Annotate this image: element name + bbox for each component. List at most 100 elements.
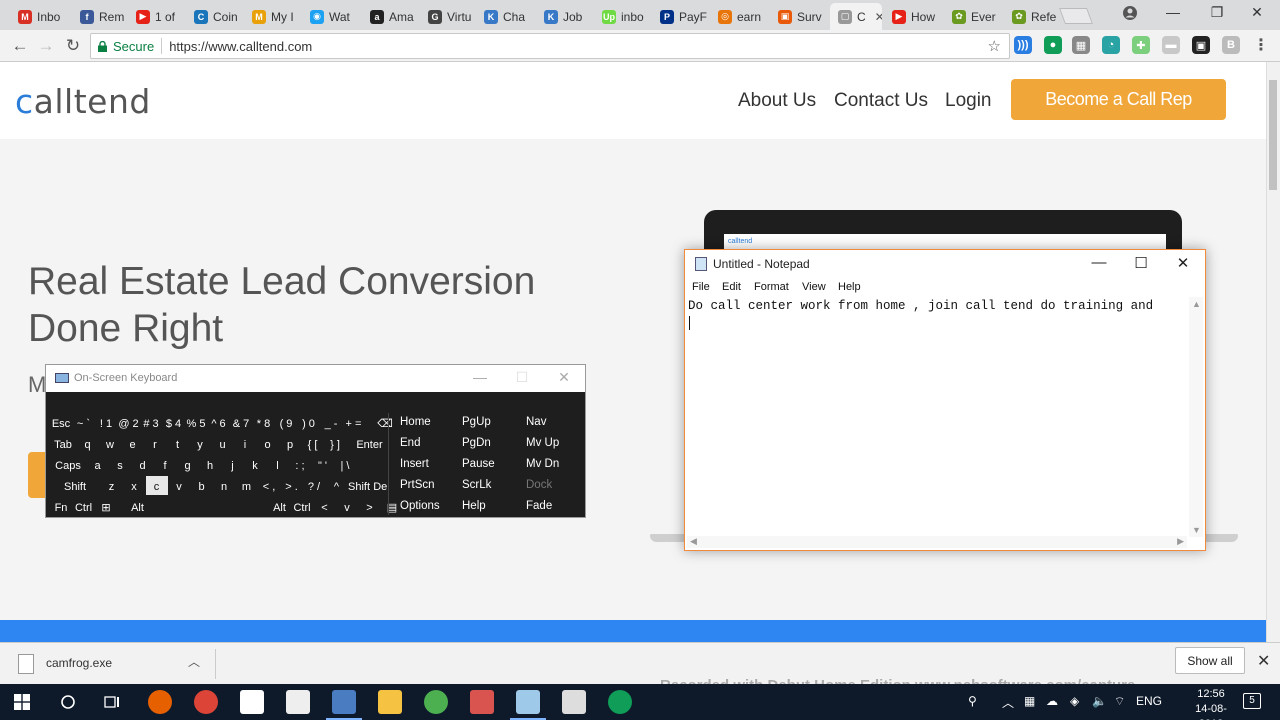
osk-key[interactable]: y	[189, 434, 211, 453]
osk-key[interactable]: Ctrl	[291, 497, 313, 516]
osk-close-button[interactable]: ✕	[544, 369, 584, 386]
browser-tab[interactable]: ▢ C ✕	[830, 3, 882, 30]
browser-tab[interactable]: M My I	[244, 3, 300, 30]
osk-key[interactable]: ^ 6	[208, 413, 230, 432]
browser-tab[interactable]: P PayF	[652, 3, 708, 30]
browser-tab[interactable]: C Coin	[186, 3, 242, 30]
osk-key[interactable]: | \	[334, 455, 356, 474]
osk-key[interactable]: $ 4	[163, 413, 185, 432]
osk-nav-key[interactable]: Fade	[520, 496, 580, 515]
extension-plus-icon[interactable]: ✚	[1132, 36, 1150, 54]
osk-titlebar[interactable]: On-Screen Keyboard — ☐ ✕	[46, 365, 585, 392]
extension-screen-icon[interactable]: ▣	[1192, 36, 1210, 54]
download-filename[interactable]: camfrog.exe	[46, 656, 112, 670]
osk-nav-key[interactable]: Home	[394, 412, 454, 431]
show-all-button[interactable]: Show all	[1175, 647, 1245, 674]
extension-audio-icon[interactable]: )))	[1014, 36, 1032, 54]
osk-key[interactable]: ? /	[303, 476, 325, 495]
osk-key[interactable]: v	[168, 476, 190, 495]
search-icon[interactable]	[60, 694, 76, 710]
window-close-button[interactable]: ✕	[1242, 4, 1272, 21]
extension-puzzle-icon[interactable]: ▦	[1072, 36, 1090, 54]
osk-key[interactable]: Del	[371, 476, 393, 495]
notepad-maximize-button[interactable]: ☐	[1121, 254, 1161, 272]
browser-tab[interactable]: Up inbo	[594, 3, 650, 30]
become-call-rep-button[interactable]: Become a Call Rep	[1011, 79, 1226, 120]
forward-button[interactable]: →	[35, 35, 57, 57]
page-scrollbar-thumb[interactable]	[1269, 80, 1277, 190]
browser-tab[interactable]: G Virtu	[420, 3, 476, 30]
bookmark-star-icon[interactable]: ☆	[988, 37, 1001, 55]
osk-key[interactable]: Enter	[347, 434, 393, 453]
notepad-close-button[interactable]: ✕	[1163, 254, 1203, 272]
reload-button[interactable]: ↻	[62, 35, 84, 57]
osk-key[interactable]: i	[234, 434, 256, 453]
osk-key[interactable]: Caps	[50, 455, 86, 474]
osk-key[interactable]: < ,	[258, 476, 280, 495]
osk-nav-key[interactable]: ScrLk	[456, 475, 516, 494]
osk-key[interactable]: ! 1	[95, 413, 117, 432]
osk-minimize-button[interactable]: —	[460, 369, 500, 385]
taskbar-media-icon[interactable]	[470, 690, 494, 714]
osk-key[interactable]: p	[279, 434, 301, 453]
osk-key[interactable]: & 7	[230, 413, 252, 432]
input-language[interactable]: ENG	[1136, 694, 1162, 708]
osk-key[interactable]: > .	[281, 476, 303, 495]
chevron-up-icon[interactable]: ︿	[188, 653, 200, 670]
notepad-text-area[interactable]: Do call center work from home , join cal…	[688, 298, 1188, 314]
osk-key[interactable]: e	[122, 434, 144, 453]
tray-people-icon[interactable]: ⚲	[968, 694, 977, 708]
taskbar-touch-icon[interactable]	[286, 690, 310, 714]
osk-key[interactable]: Fn	[50, 497, 72, 516]
notepad-minimize-button[interactable]: —	[1079, 254, 1119, 271]
osk-key[interactable]: n	[213, 476, 235, 495]
tray-volume-icon[interactable]: 🔈	[1092, 694, 1107, 708]
osk-key[interactable]: a	[87, 455, 109, 474]
browser-tab[interactable]: ✿ Refe	[1004, 3, 1060, 30]
scroll-right-icon[interactable]: ▶	[1177, 536, 1184, 547]
system-clock[interactable]: 12:56 14-08-2018	[1186, 687, 1236, 720]
browser-tab[interactable]: ▶ 1 of	[128, 3, 184, 30]
osk-nav-key[interactable]: PrtScn	[394, 475, 454, 494]
taskbar-keyboard-icon[interactable]	[326, 690, 362, 720]
browser-tab[interactable]: K Job	[536, 3, 592, 30]
osk-key[interactable]: x	[123, 476, 145, 495]
osk-key[interactable]: l	[267, 455, 289, 474]
osk-key[interactable]: Tab	[50, 434, 76, 453]
osk-nav-key[interactable]: Nav	[520, 412, 580, 431]
site-logo[interactable]: calltend	[15, 82, 151, 121]
osk-key[interactable]: Shift	[348, 476, 370, 495]
osk-key[interactable]: ( 9	[275, 413, 297, 432]
osk-key[interactable]: v	[336, 497, 358, 516]
window-minimize-button[interactable]: —	[1158, 4, 1188, 20]
osk-nav-key[interactable]: Help	[456, 496, 516, 515]
nav-about-us[interactable]: About Us	[738, 90, 816, 112]
osk-key[interactable]: + =	[343, 413, 365, 432]
osk-key[interactable]: { [	[302, 434, 324, 453]
windows-start-icon[interactable]	[14, 694, 30, 710]
osk-key[interactable]: o	[257, 434, 279, 453]
osk-key[interactable]	[158, 497, 268, 516]
menu-edit[interactable]: Edit	[722, 281, 741, 293]
osk-key[interactable]: k	[244, 455, 266, 474]
menu-format[interactable]: Format	[754, 281, 789, 293]
osk-key[interactable]: m	[236, 476, 258, 495]
osk-key[interactable]: ~ `	[73, 413, 95, 432]
tray-network-icon[interactable]: ▦	[1024, 694, 1035, 708]
osk-key[interactable]: % 5	[185, 413, 207, 432]
osk-key[interactable]: : ;	[289, 455, 311, 474]
browser-tab[interactable]: a Ama	[362, 3, 418, 30]
osk-key[interactable]: ) 0	[298, 413, 320, 432]
osk-nav-key[interactable]: End	[394, 433, 454, 452]
osk-key[interactable]: u	[212, 434, 234, 453]
osk-key[interactable]: w	[99, 434, 121, 453]
tab-close-icon[interactable]: ✕	[875, 10, 882, 24]
osk-key[interactable]: @ 2	[118, 413, 140, 432]
new-tab-button[interactable]	[1059, 8, 1093, 24]
osk-key[interactable]: Shift	[50, 476, 100, 495]
osk-key[interactable]: z	[101, 476, 123, 495]
osk-key[interactable]: b	[191, 476, 213, 495]
osk-key[interactable]: Esc	[50, 413, 72, 432]
osk-nav-key[interactable]: PgUp	[456, 412, 516, 431]
scroll-down-icon[interactable]: ▼	[1192, 525, 1201, 535]
